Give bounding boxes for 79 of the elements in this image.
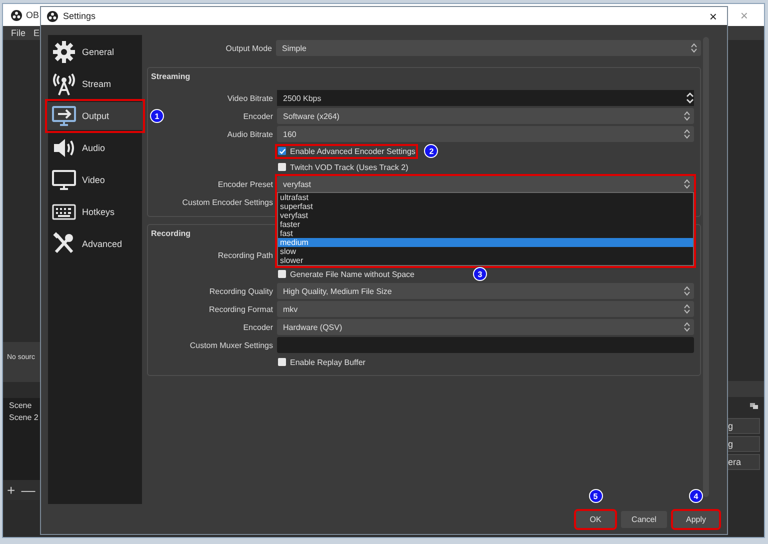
sidebar-item[interactable]: Hotkeys [48, 198, 142, 226]
control-button[interactable]: g [726, 436, 760, 452]
dropdown[interactable]: Simple [276, 40, 701, 56]
field-label: Recording Quality [209, 286, 273, 296]
step-badge: 4 [689, 489, 703, 503]
checkbox[interactable] [278, 358, 286, 366]
dropdown-option[interactable]: ultrafast [278, 193, 693, 202]
field-label: Recording Format [208, 304, 273, 314]
up-down-arrows-icon[interactable] [686, 92, 694, 104]
scrollbar[interactable] [703, 37, 709, 497]
scene-item[interactable]: Scene 2 [9, 412, 40, 424]
field-label: Encoder [243, 112, 273, 120]
step-badge: 2 [424, 144, 438, 158]
field-label: Video Bitrate [227, 94, 273, 102]
dropdown-option[interactable]: fast [278, 229, 693, 238]
control-button[interactable]: era [726, 454, 760, 470]
dropdown[interactable]: High Quality, Medium File Size [277, 283, 694, 299]
dropdown-option[interactable]: veryfast [278, 211, 693, 220]
app-logo-icon [11, 10, 22, 20]
sidebar-item[interactable]: Video [48, 166, 142, 194]
field-label: Output Mode [226, 44, 272, 52]
up-down-arrows-icon [683, 303, 691, 315]
checkbox-option[interactable]: Generate File Name without Space [277, 268, 416, 280]
app-logo-icon [47, 10, 58, 22]
dialog-button[interactable]: Cancel [621, 511, 667, 528]
field-label: Custom Encoder Settings [182, 198, 273, 206]
field-label: Encoder Preset [218, 180, 273, 188]
menu-item[interactable]: File [11, 28, 26, 38]
sidebar-item[interactable]: Advanced [48, 230, 142, 258]
up-down-arrows-icon [683, 110, 691, 122]
checkbox[interactable] [278, 270, 286, 278]
sidebar-item[interactable]: Stream [48, 70, 142, 98]
panel-icon[interactable] [750, 403, 758, 409]
up-down-arrows-icon [683, 285, 691, 297]
scene-button[interactable]: + [7, 482, 16, 498]
number-field[interactable]: 2500 Kbps [277, 90, 694, 106]
close-button[interactable]: × [709, 8, 717, 24]
checkbox[interactable] [278, 147, 286, 155]
gear-icon [52, 40, 76, 64]
monitor-arrow-icon [52, 104, 76, 128]
up-down-arrows-icon [683, 178, 691, 190]
control-button[interactable]: g [726, 418, 760, 434]
up-down-arrows-icon [690, 42, 698, 54]
group-title: Recording [150, 228, 191, 240]
step-badge: 1 [150, 109, 164, 123]
dropdown[interactable]: mkv [277, 301, 694, 317]
dropdown[interactable]: 160 [277, 126, 694, 142]
sidebar-item[interactable]: General [48, 38, 142, 66]
field-label: Encoder [243, 322, 273, 332]
dropdown-option[interactable]: superfast [278, 202, 693, 211]
checkbox-option[interactable]: Twitch VOD Track (Uses Track 2) [277, 162, 410, 172]
dropdown-option[interactable]: medium [278, 238, 693, 247]
up-down-arrows-icon [683, 321, 691, 333]
checkbox[interactable] [278, 163, 286, 171]
monitor-icon [52, 168, 76, 192]
menu-item[interactable]: E [34, 28, 40, 38]
field-label: Custom Muxer Settings [190, 340, 273, 350]
dropdown[interactable]: Hardware (QSV) [277, 319, 694, 335]
antenna-icon [52, 72, 76, 96]
sidebar-item[interactable]: Audio [48, 134, 142, 162]
field-label: Audio Bitrate [227, 130, 273, 138]
scene-button[interactable]: — [21, 482, 36, 498]
dropdown[interactable]: veryfast [277, 176, 694, 192]
input-field[interactable] [277, 337, 694, 353]
step-badge: 5 [588, 489, 602, 503]
window-title: Settings [63, 11, 96, 21]
window-title: OB [26, 10, 40, 20]
wrench-screwdriver-icon [52, 232, 76, 256]
group-title: Streaming [150, 71, 190, 83]
up-down-arrows-icon [683, 128, 691, 140]
dropdown[interactable]: Software (x264) [277, 108, 694, 124]
field-label: Recording Path [218, 250, 273, 260]
dropdown-option[interactable]: slow [278, 247, 693, 256]
speaker-icon [52, 136, 76, 160]
dropdown-option[interactable]: faster [278, 220, 693, 229]
dropdown-option[interactable]: slower [278, 256, 693, 265]
checkbox-option[interactable]: Enable Replay Buffer [277, 356, 366, 368]
step-badge: 3 [473, 267, 487, 281]
scene-item[interactable]: Scene [9, 400, 40, 412]
